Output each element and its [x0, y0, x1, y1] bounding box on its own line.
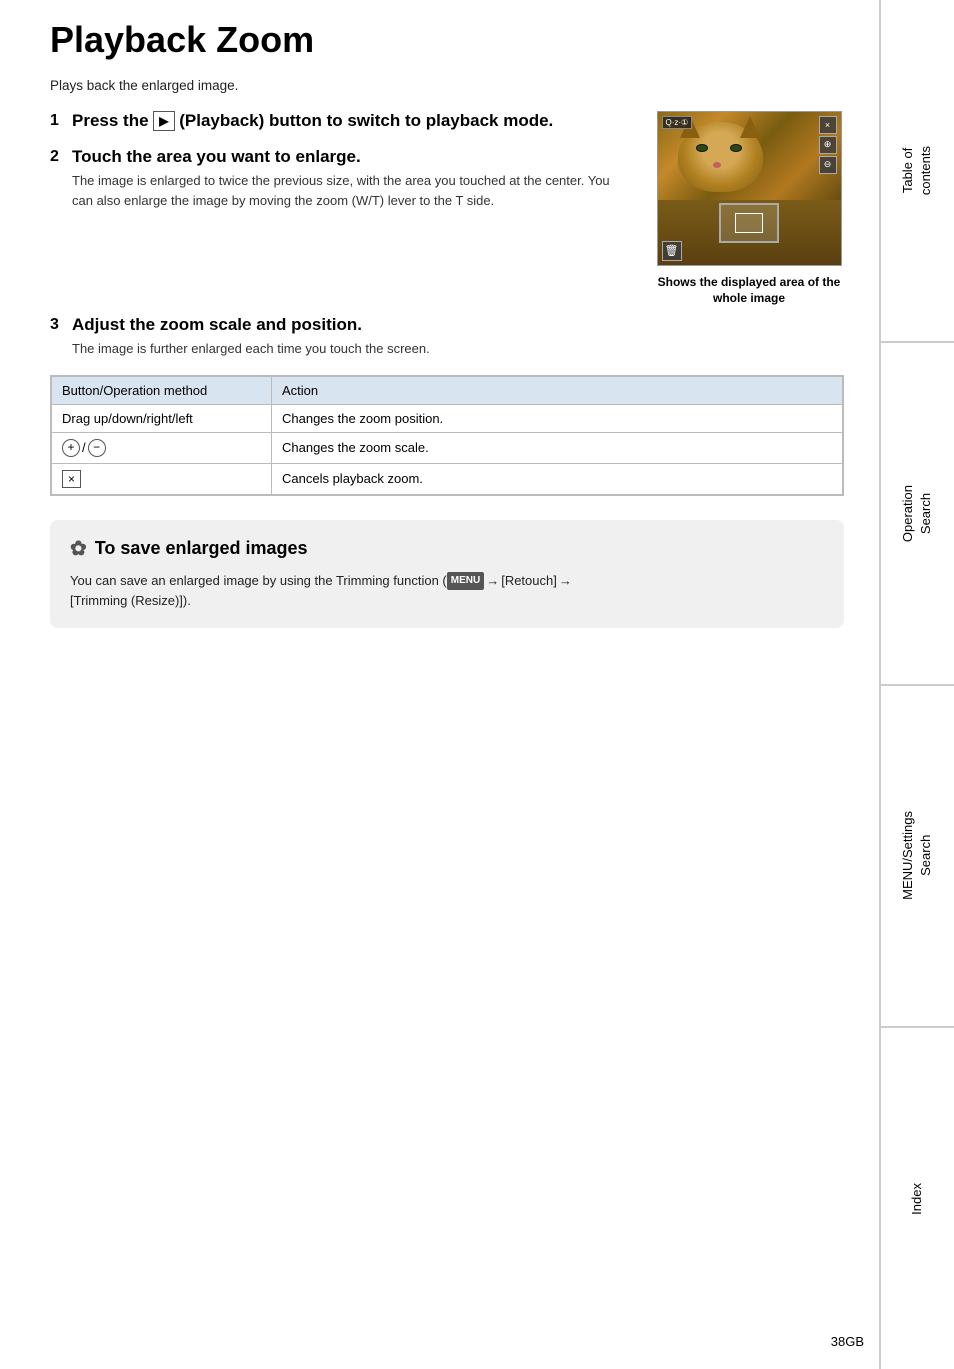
step-2-heading: Touch the area you want to enlarge.: [72, 147, 634, 167]
sidebar-item-index[interactable]: Index: [881, 1028, 954, 1369]
method-zoom: +/−: [52, 432, 272, 463]
retouch-text: [Retouch]: [501, 573, 557, 588]
action-drag: Changes the zoom position.: [272, 404, 843, 432]
step-3-detail: The image is further enlarged each time …: [72, 339, 844, 359]
step-1-number: 1: [50, 112, 72, 130]
tip-box: ✿ To save enlarged images You can save a…: [50, 520, 844, 629]
step-3: 3 Adjust the zoom scale and position. Th…: [50, 315, 844, 359]
step-3-heading: Adjust the zoom scale and position.: [72, 315, 844, 335]
table-header-row: Button/Operation method Action: [52, 376, 843, 404]
step-3-content: Adjust the zoom scale and position. The …: [72, 315, 844, 359]
step-3-number: 3: [50, 316, 72, 334]
col-header-method: Button/Operation method: [52, 376, 272, 404]
right-sidebar: Table ofcontents OperationSearch MENU/Se…: [879, 0, 954, 1369]
ui-top-right: × ⊕ ⊖: [819, 116, 837, 174]
step-2-number: 2: [50, 148, 72, 166]
step-1-heading: Press the ▶ (Playback) button to switch …: [72, 111, 634, 132]
step-2-detail: The image is enlarged to twice the previ…: [72, 171, 634, 210]
tip-text-end: ).: [183, 593, 191, 608]
step-1-content: Press the ▶ (Playback) button to switch …: [72, 111, 634, 136]
cat-eye-left: [696, 144, 708, 152]
method-drag: Drag up/down/right/left: [52, 404, 272, 432]
cat-nose: [713, 162, 721, 168]
zoom-minus-icon: −: [88, 439, 106, 457]
steps-and-image: 1 Press the ▶ (Playback) button to switc…: [50, 111, 844, 308]
zoom-plus-button[interactable]: ⊕: [819, 136, 837, 154]
camera-image: Q·z·① × ⊕ ⊖ 🗑: [657, 111, 842, 266]
action-x: Cancels playback zoom.: [272, 463, 843, 494]
tip-text: You can save an enlarged image by using …: [70, 571, 824, 613]
zoom-minus-button[interactable]: ⊖: [819, 156, 837, 174]
sidebar-item-menu-settings-search[interactable]: MENU/SettingsSearch: [881, 686, 954, 1029]
step-1: 1 Press the ▶ (Playback) button to switc…: [50, 111, 634, 136]
table-row: × Cancels playback zoom.: [52, 463, 843, 494]
sidebar-label-table-of-contents: Table ofcontents: [899, 146, 935, 195]
zoom-plus-icon: +: [62, 439, 80, 457]
menu-button-label: MENU: [447, 572, 484, 590]
operation-table: Button/Operation method Action Drag up/d…: [50, 375, 844, 496]
x-btn-icon: ×: [62, 470, 81, 488]
sidebar-label-index: Index: [908, 1183, 926, 1215]
close-button-icon[interactable]: ×: [819, 116, 837, 134]
tip-heading-text: To save enlarged images: [95, 538, 308, 559]
zoom-icon-cell: +/−: [62, 439, 106, 457]
sidebar-label-operation-search: OperationSearch: [899, 485, 935, 542]
trash-button-icon[interactable]: 🗑: [662, 241, 682, 261]
method-x: ×: [52, 463, 272, 494]
arrow-1: →: [486, 573, 499, 588]
step-2: 2 Touch the area you want to enlarge. Th…: [50, 147, 634, 210]
page-title: Playback Zoom: [50, 20, 844, 60]
image-caption: Shows the displayed area of the whole im…: [657, 274, 842, 308]
tip-text-before: You can save an enlarged image by using …: [70, 573, 447, 588]
steps-left: 1 Press the ▶ (Playback) button to switc…: [50, 111, 634, 223]
camera-badge: Q·z·①: [662, 116, 693, 129]
image-right: Q·z·① × ⊕ ⊖ 🗑 Shows the displayed area o…: [654, 111, 844, 308]
action-zoom: Changes the zoom scale.: [272, 432, 843, 463]
cat-ear-right: [740, 116, 760, 138]
step-2-content: Touch the area you want to enlarge. The …: [72, 147, 634, 210]
zoom-indicator: [719, 203, 779, 243]
cat-background: [658, 112, 841, 265]
tip-heading: ✿ To save enlarged images: [70, 536, 824, 561]
sidebar-item-operation-search[interactable]: OperationSearch: [881, 343, 954, 686]
main-content: Playback Zoom Plays back the enlarged im…: [30, 0, 864, 668]
table-row: +/− Changes the zoom scale.: [52, 432, 843, 463]
table-row: Drag up/down/right/left Changes the zoom…: [52, 404, 843, 432]
col-header-action: Action: [272, 376, 843, 404]
trimming-text: [Trimming (Resize)]: [70, 593, 183, 608]
page-number: 38GB: [831, 1334, 864, 1349]
tip-icon: ✿: [70, 536, 87, 561]
arrow-2: →: [559, 573, 572, 588]
table: Button/Operation method Action Drag up/d…: [51, 376, 843, 495]
zoom-inner: [735, 213, 763, 233]
playback-button-icon: ▶: [153, 111, 174, 131]
sidebar-label-menu-settings-search: MENU/SettingsSearch: [899, 811, 935, 900]
intro-text: Plays back the enlarged image.: [50, 78, 844, 93]
sidebar-item-table-of-contents[interactable]: Table ofcontents: [881, 0, 954, 343]
cat-eye-right: [730, 144, 742, 152]
